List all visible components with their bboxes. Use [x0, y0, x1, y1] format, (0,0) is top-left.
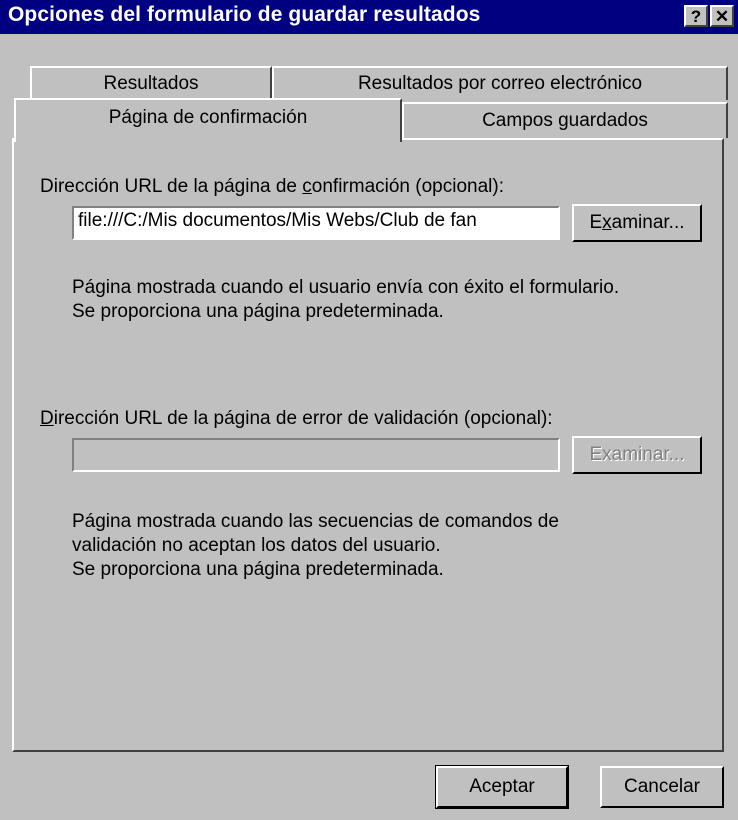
- close-icon: ✕: [714, 6, 730, 26]
- validation-description: Página mostrada cuando las secuencias de…: [72, 511, 559, 580]
- confirmation-browse-button[interactable]: Ex aminar...: [572, 204, 702, 242]
- title-bar: Opciones del formulario de guardar resul…: [0, 0, 738, 34]
- tab-resultados-correo-label: Resultados por correo electrónico: [357, 73, 643, 94]
- tab-pagina-confirmacion-label: Página de confirmación: [108, 107, 308, 128]
- tab-panel: Dirección URL de la página de confirmaci…: [12, 138, 724, 752]
- cancel-button[interactable]: Cancelar: [600, 766, 724, 808]
- validation-url-label: Dirección URL de la página de error de v…: [40, 408, 553, 429]
- validation-browse-button[interactable]: Examinar...: [572, 436, 702, 474]
- confirmation-url-input[interactable]: file:///C:/Mis documentos/Mis Webs/Club …: [72, 206, 560, 240]
- tab-resultados-label: Resultados: [103, 73, 199, 94]
- tab-resultados-correo[interactable]: Resultados por correo electrónico: [272, 66, 728, 100]
- window-title: Opciones del formulario de guardar resul…: [8, 3, 481, 26]
- validation-url-input[interactable]: [72, 438, 560, 472]
- confirmation-description: Página mostrada cuando el usuario envía …: [72, 277, 620, 322]
- help-button[interactable]: ?: [684, 5, 708, 27]
- tab-campos-guardados[interactable]: Campos guardados: [402, 102, 728, 138]
- ok-button[interactable]: Aceptar: [435, 765, 569, 809]
- tab-pagina-confirmacion[interactable]: Página de confirmación: [14, 98, 402, 142]
- tab-campos-guardados-label: Campos guardados: [482, 110, 648, 131]
- help-icon: ?: [690, 6, 702, 26]
- confirmation-url-label: Dirección URL de la página de confirmaci…: [40, 176, 504, 197]
- close-button[interactable]: ✕: [710, 5, 734, 27]
- tab-resultados[interactable]: Resultados: [30, 66, 272, 100]
- confirmation-url-value: file:///C:/Mis documentos/Mis Webs/Club …: [78, 210, 477, 231]
